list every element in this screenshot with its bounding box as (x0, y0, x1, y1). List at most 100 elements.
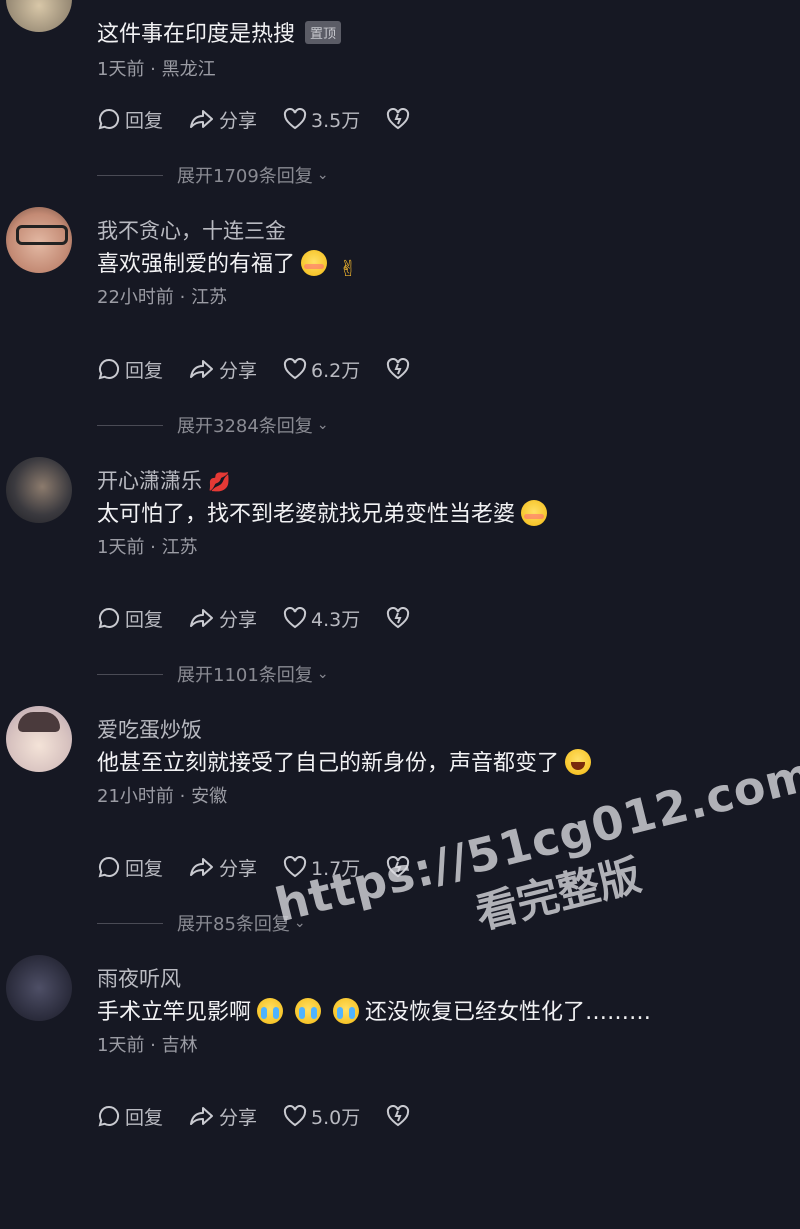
reply-button[interactable]: 回复 (97, 1103, 163, 1130)
chevron-down-icon: ⌄ (316, 666, 329, 682)
reply-label: 回复 (125, 857, 164, 880)
share-button[interactable]: 分享 (189, 106, 257, 133)
like-button[interactable]: 1.7万 (283, 854, 360, 881)
comment-bubble-icon (98, 607, 120, 629)
heart-icon (283, 108, 307, 130)
comment-text: 喜欢强制爱的有福了 ✌ (97, 250, 358, 282)
reply-button[interactable]: 回复 (97, 356, 163, 383)
share-label: 分享 (219, 109, 258, 132)
share-arrow-icon (190, 609, 214, 627)
expand-replies[interactable]: 展开85条回复 ⌄ (97, 910, 306, 936)
avatar[interactable] (6, 706, 72, 772)
like-count: 3.5万 (311, 109, 361, 132)
avatar[interactable] (6, 955, 72, 1021)
chevron-down-icon: ⌄ (293, 915, 306, 931)
expand-replies[interactable]: 展开1101条回复 ⌄ (97, 661, 329, 687)
laughing-face-icon (565, 749, 592, 775)
reply-button[interactable]: 回复 (97, 854, 163, 881)
comment-meta: 1天前 · 吉林 (97, 1035, 198, 1056)
comment-meta: 1天前 · 黑龙江 (97, 59, 216, 80)
share-arrow-icon (190, 1107, 214, 1125)
dislike-button[interactable] (386, 358, 414, 380)
divider-line (97, 174, 163, 176)
avatar[interactable] (6, 0, 72, 32)
share-label: 分享 (219, 359, 258, 382)
chevron-down-icon: ⌄ (316, 417, 329, 433)
like-count: 5.0万 (311, 1106, 361, 1129)
crying-face-icon (295, 998, 322, 1024)
like-button[interactable]: 3.5万 (283, 106, 360, 133)
avatar[interactable] (6, 207, 72, 273)
expand-replies[interactable]: 展开1709条回复 ⌄ (97, 162, 329, 188)
comment-actions: 回复 分享 5.0万 (97, 1103, 440, 1129)
share-button[interactable]: 分享 (189, 1103, 257, 1130)
avatar[interactable] (6, 457, 72, 523)
share-label: 分享 (219, 1106, 258, 1129)
comment-item: 爱吃蛋炒饭 他甚至立刻就接受了自己的新身份，声音都变了 21小时前 · 安徽 回… (0, 706, 800, 980)
crying-face-icon (333, 998, 360, 1024)
divider-line (97, 673, 163, 675)
username[interactable]: 开心潇潇乐 💋 (97, 465, 230, 495)
dislike-button[interactable] (386, 108, 414, 130)
flushed-face-icon (301, 250, 328, 276)
comment-meta: 21小时前 · 安徽 (97, 786, 228, 807)
broken-heart-icon (387, 358, 410, 380)
heart-icon (283, 1105, 307, 1127)
like-count: 4.3万 (311, 608, 361, 631)
like-button[interactable]: 6.2万 (283, 356, 360, 383)
divider-line (97, 424, 163, 426)
comment-bubble-icon (98, 358, 120, 380)
comment-actions: 回复 分享 6.2万 (97, 356, 440, 382)
like-button[interactable]: 5.0万 (283, 1103, 360, 1130)
username[interactable]: 雨夜听风 (97, 963, 181, 993)
dislike-button[interactable] (386, 856, 414, 878)
comment-actions: 回复 分享 1.7万 (97, 854, 440, 880)
expand-label: 展开85条回复 (177, 914, 290, 935)
comment-actions: 回复 分享 4.3万 (97, 605, 440, 631)
dislike-button[interactable] (386, 607, 414, 629)
comment-text: 他甚至立刻就接受了自己的新身份，声音都变了 (97, 745, 597, 777)
comment-item: 开心潇潇乐 💋 太可怕了，找不到老婆就找兄弟变性当老婆 1天前 · 江苏 回复 分… (0, 457, 800, 731)
comment-item: 我不贪心，十连三金 喜欢强制爱的有福了 ✌ 22小时前 · 江苏 回复 分享 6.… (0, 207, 800, 481)
divider-line (97, 922, 163, 924)
comment-meta: 22小时前 · 江苏 (97, 287, 228, 308)
reply-button[interactable]: 回复 (97, 106, 163, 133)
pinned-badge: 置顶 (305, 21, 342, 44)
reply-label: 回复 (125, 359, 164, 382)
dislike-button[interactable] (386, 1105, 414, 1127)
crying-face-icon (257, 998, 284, 1024)
comment-bubble-icon (98, 1105, 120, 1127)
expand-label: 展开1709条回复 (177, 166, 313, 187)
comment-text: 太可怕了，找不到老婆就找兄弟变性当老婆 (97, 496, 553, 528)
flushed-face-icon (521, 500, 548, 526)
share-button[interactable]: 分享 (189, 854, 257, 881)
like-count: 1.7万 (311, 857, 361, 880)
lips-icon: 💋 (208, 472, 231, 493)
heart-icon (283, 856, 307, 878)
heart-icon (283, 358, 307, 380)
comment-bubble-icon (98, 108, 120, 130)
comment-text: 这件事在印度是热搜 置顶 (97, 16, 342, 48)
reply-label: 回复 (125, 109, 164, 132)
reply-button[interactable]: 回复 (97, 605, 163, 632)
share-button[interactable]: 分享 (189, 356, 257, 383)
expand-replies[interactable]: 展开3284条回复 ⌄ (97, 412, 329, 438)
share-label: 分享 (219, 857, 258, 880)
share-arrow-icon (190, 360, 214, 378)
broken-heart-icon (387, 607, 410, 629)
like-count: 6.2万 (311, 359, 361, 382)
share-arrow-icon (190, 858, 214, 876)
broken-heart-icon (387, 108, 410, 130)
username[interactable]: 我不贪心，十连三金 (97, 215, 286, 245)
share-button[interactable]: 分享 (189, 605, 257, 632)
reply-label: 回复 (125, 1106, 164, 1129)
heart-icon (283, 607, 307, 629)
broken-heart-icon (387, 1105, 410, 1127)
like-button[interactable]: 4.3万 (283, 605, 360, 632)
fingers-crossed-icon: ✌ (339, 257, 358, 282)
reply-label: 回复 (125, 608, 164, 631)
expand-label: 展开3284条回复 (177, 416, 313, 437)
expand-label: 展开1101条回复 (177, 665, 313, 686)
username[interactable]: 爱吃蛋炒饭 (97, 714, 202, 744)
broken-heart-icon (387, 856, 410, 878)
